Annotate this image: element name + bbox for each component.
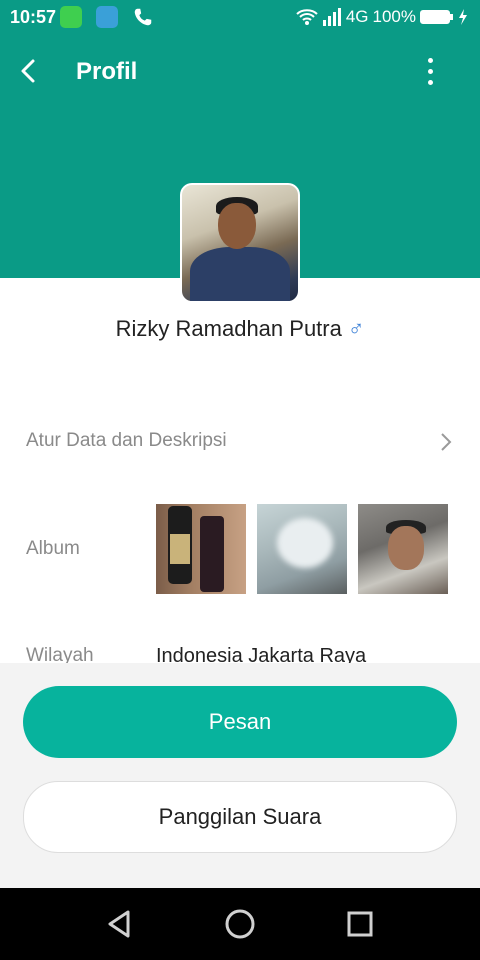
nav-recents-icon[interactable] <box>342 906 378 942</box>
battery-icon <box>420 10 453 24</box>
chevron-right-icon[interactable] <box>436 430 456 454</box>
page-title: Profil <box>76 58 138 85</box>
album-photo-2[interactable] <box>257 504 347 594</box>
album-photo-3[interactable] <box>358 504 448 594</box>
screenshot-notification-icon <box>96 6 118 28</box>
signal-icon <box>322 8 341 26</box>
more-options-icon[interactable] <box>418 52 442 92</box>
profile-avatar[interactable] <box>180 183 300 303</box>
album-label: Album <box>26 538 80 559</box>
app-notification-icon <box>60 6 82 28</box>
wifi-icon <box>296 9 318 25</box>
status-bar: 10:57 4G 100% <box>0 0 480 36</box>
voice-call-button[interactable]: Panggilan Suara <box>23 781 457 853</box>
battery-percent: 100% <box>372 7 416 26</box>
status-right: 4G 100% <box>296 7 468 27</box>
message-button[interactable]: Pesan <box>23 686 457 758</box>
edit-data-description-item[interactable]: Atur Data dan Deskripsi <box>26 430 227 452</box>
status-time: 10:57 <box>10 7 57 27</box>
album-photo-1[interactable] <box>156 504 246 594</box>
back-arrow-icon[interactable] <box>14 56 44 86</box>
nav-home-icon[interactable] <box>222 906 258 942</box>
network-type: 4G <box>345 7 369 26</box>
male-gender-icon: ♂ <box>347 316 365 341</box>
phone-call-icon <box>134 8 152 26</box>
profile-name: Rizky Ramadhan Putra <box>115 316 342 341</box>
nav-back-icon[interactable] <box>102 906 138 942</box>
charging-icon <box>459 9 467 25</box>
system-nav-bar <box>0 888 480 960</box>
profile-name-row: Rizky Ramadhan Putra ♂ <box>0 316 480 342</box>
